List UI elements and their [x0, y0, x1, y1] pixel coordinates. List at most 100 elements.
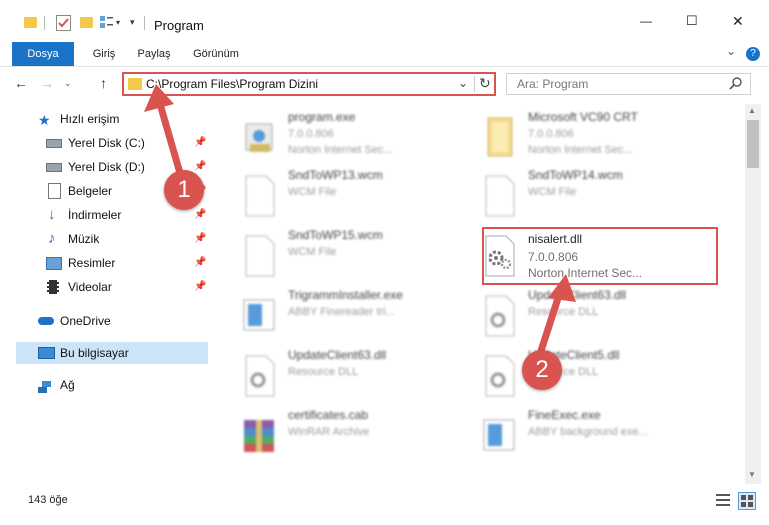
pin-icon[interactable]: 📌: [194, 204, 206, 226]
file-item[interactable]: SndToWP15.wcm WCM File: [234, 226, 454, 282]
nav-item-videolar[interactable]: Videolar 📌: [16, 276, 208, 298]
nav-item-quick-access[interactable]: ★ Hızlı erişim: [16, 108, 208, 130]
nav-item-disk-c[interactable]: Yerel Disk (C:) 📌: [16, 132, 208, 154]
file-detail: Resource DLL: [528, 306, 599, 318]
nav-label: Yerel Disk (C:): [68, 136, 145, 150]
file-name: UpdateClient63.dll: [288, 348, 387, 362]
nav-label: Ağ: [60, 378, 75, 392]
new-folder-icon[interactable]: [80, 17, 93, 28]
tab-paylas[interactable]: Paylaş: [130, 42, 178, 66]
network-icon: [38, 378, 53, 393]
download-icon: ↓: [48, 206, 56, 223]
file-item[interactable]: SndToWP13.wcm WCM File: [234, 166, 454, 222]
search-input[interactable]: Ara: Program: [506, 73, 751, 95]
pictures-icon: [46, 257, 62, 270]
file-item[interactable]: Microsoft VC90 CRT 7.0.0.806 Norton Inte…: [474, 108, 694, 164]
pin-icon[interactable]: 📌: [194, 228, 206, 250]
blank-file-icon: [480, 172, 518, 218]
drive-icon: [46, 163, 62, 172]
vertical-scrollbar[interactable]: ▲ ▼: [745, 104, 761, 484]
pin-icon[interactable]: 📌: [194, 276, 206, 298]
item-count: 143 öğe: [28, 494, 68, 506]
dll-gear-icon: [240, 352, 278, 398]
search-icon[interactable]: [729, 76, 743, 93]
tab-giris[interactable]: Giriş: [82, 42, 126, 66]
nav-item-muzik[interactable]: ♪ Müzik 📌: [16, 228, 208, 250]
help-label: ?: [750, 48, 756, 59]
properties-icon[interactable]: [56, 15, 71, 31]
maximize-button[interactable]: ☐: [686, 13, 698, 29]
title-bar: ▾ ▾ Program — ☐ ✕: [0, 0, 769, 42]
nav-item-bu-bilgisayar[interactable]: Bu bilgisayar: [16, 342, 208, 364]
up-arrow-icon[interactable]: ↑: [100, 75, 107, 91]
file-name: UpdateClient63.dll: [528, 288, 627, 302]
nav-item-ag[interactable]: Ağ: [16, 374, 208, 396]
nav-label: Yerel Disk (D:): [68, 160, 145, 174]
file-name: TrigrammInstaller.exe: [288, 288, 403, 302]
folder-icon: [128, 78, 142, 90]
separator: [44, 16, 45, 30]
file-item[interactable]: certificates.cab WinRAR Archive: [234, 406, 454, 462]
file-item[interactable]: UpdateClient63.dll Resource DLL: [234, 346, 454, 402]
nav-label: Hızlı erişim: [60, 112, 120, 126]
nav-label: Resimler: [68, 256, 116, 270]
file-item[interactable]: UpdateClient63.dll Resource DLL: [474, 286, 694, 342]
nav-label: Bu bilgisayar: [60, 346, 129, 360]
pin-icon[interactable]: 📌: [194, 132, 206, 154]
file-name: SndToWP14.wcm: [528, 168, 623, 182]
close-button[interactable]: ✕: [732, 13, 744, 30]
view-icon[interactable]: [100, 16, 113, 28]
address-dropdown-icon[interactable]: ⌄: [458, 76, 468, 90]
dll-gear-icon: [480, 292, 518, 338]
address-bar[interactable]: C:\Program Files\Program Dizini ⌄ ↻: [122, 72, 496, 96]
pin-icon[interactable]: 📌: [194, 252, 206, 274]
nav-label: İndirmeler: [68, 208, 122, 222]
navigation-pane: ★ Hızlı erişim Yerel Disk (C:) 📌 Yerel D…: [0, 104, 212, 484]
file-item[interactable]: UpdateClient5.dll Resource DLL: [474, 346, 694, 402]
file-detail: ABBY Finereader tri...: [288, 306, 395, 318]
blank-file-icon: [240, 172, 278, 218]
folder-icon: [480, 114, 518, 160]
window-title: Program: [154, 18, 204, 33]
file-detail: Norton Internet Sec...: [528, 144, 633, 156]
folder-icon: [24, 17, 37, 28]
recent-locations-icon[interactable]: ⌄: [64, 78, 72, 89]
scroll-down-icon[interactable]: ▼: [748, 470, 756, 479]
setup-icon: [240, 114, 278, 160]
file-name: SndToWP13.wcm: [288, 168, 383, 182]
forward-arrow-icon[interactable]: →: [40, 75, 54, 91]
refresh-icon[interactable]: ↻: [479, 75, 491, 92]
tab-dosya[interactable]: Dosya: [12, 42, 74, 66]
file-detail: WCM File: [288, 246, 337, 258]
file-item[interactable]: program.exe 7.0.0.806 Norton Internet Se…: [234, 108, 454, 164]
nav-label: Müzik: [68, 232, 100, 246]
minimize-button[interactable]: —: [640, 14, 652, 28]
file-detail: 7.0.0.806: [528, 128, 574, 140]
details-view-icon[interactable]: [716, 494, 730, 509]
tab-gorunum[interactable]: Görünüm: [186, 42, 246, 66]
scroll-up-icon[interactable]: ▲: [748, 106, 756, 115]
file-item[interactable]: FineExec.exe ABBY background exe...: [474, 406, 694, 462]
nav-label: Belgeler: [68, 184, 113, 198]
file-name: certificates.cab: [288, 408, 369, 422]
customize-toolbar-icon[interactable]: ▾: [130, 17, 135, 28]
scrollbar-thumb[interactable]: [747, 120, 759, 168]
installer-icon: [240, 292, 278, 338]
file-detail: Resource DLL: [288, 366, 359, 378]
file-name: FineExec.exe: [528, 408, 601, 422]
file-name: Microsoft VC90 CRT: [528, 110, 638, 124]
search-placeholder: Ara: Program: [517, 77, 589, 91]
star-icon: ★: [38, 112, 51, 128]
chevron-down-icon[interactable]: ▾: [116, 18, 120, 27]
ribbon-expand-icon[interactable]: ⌄: [726, 44, 736, 58]
file-item[interactable]: SndToWP14.wcm WCM File: [474, 166, 694, 222]
nav-item-resimler[interactable]: Resimler 📌: [16, 252, 208, 274]
file-item[interactable]: TrigrammInstaller.exe ABBY Finereader tr…: [234, 286, 454, 342]
file-name: SndToWP15.wcm: [288, 228, 383, 242]
help-icon[interactable]: ?: [746, 47, 760, 61]
large-icons-view-icon[interactable]: [738, 492, 756, 510]
nav-item-onedrive[interactable]: OneDrive: [16, 310, 208, 332]
highlight-box: [482, 227, 718, 285]
video-icon: [47, 280, 59, 294]
back-arrow-icon[interactable]: ←: [14, 75, 28, 91]
